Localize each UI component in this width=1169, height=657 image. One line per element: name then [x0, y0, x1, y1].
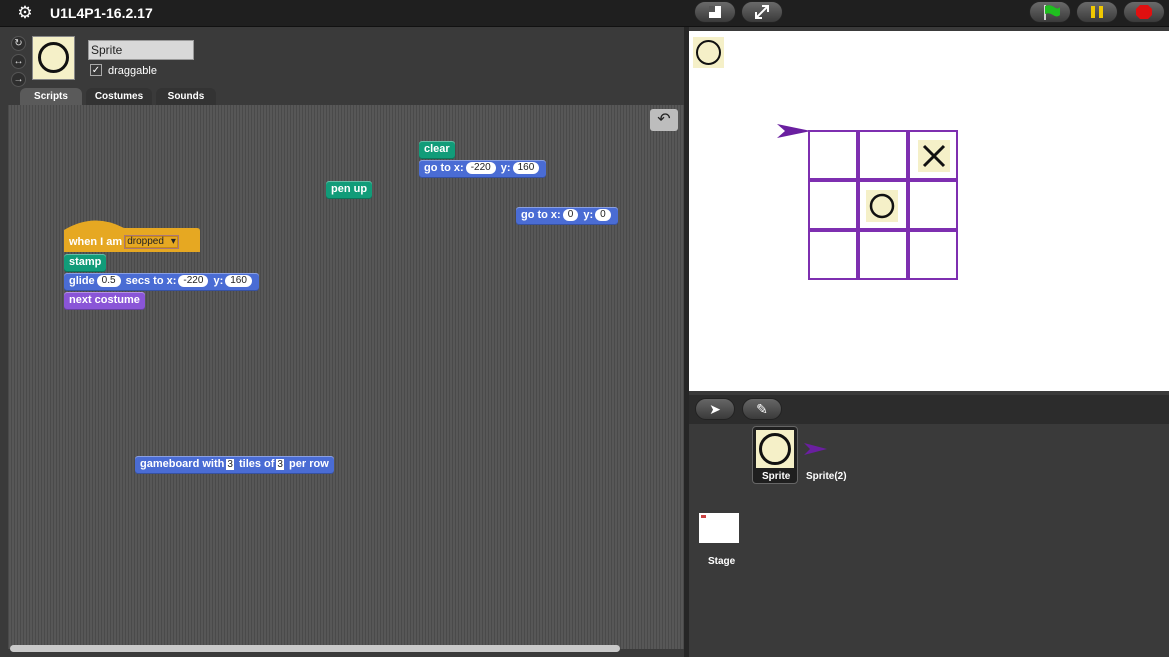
rotation-none-button[interactable]: → [11, 72, 26, 87]
pause-button[interactable] [1076, 1, 1118, 23]
sprite-thumbnail [32, 36, 75, 80]
undo-button[interactable]: ↶ [650, 109, 678, 131]
y-label: y: [213, 275, 224, 287]
clear-block[interactable]: clear [419, 141, 455, 159]
board-cell [808, 180, 858, 230]
sprite2-label: Sprite(2) [806, 471, 847, 482]
gear-icon[interactable]: ⚙ [16, 4, 34, 22]
glide-block[interactable]: glide 0.5 secs to x: -220 y: 160 [64, 273, 259, 291]
draggable-checkbox[interactable]: ✓ [90, 64, 102, 76]
stage[interactable] [689, 31, 1169, 391]
goto-label: go to x: [521, 209, 561, 221]
stop-icon [1136, 5, 1152, 19]
circle-icon [696, 40, 721, 65]
goto-block-1[interactable]: go to x: -220 y: 160 [419, 160, 547, 178]
gameboard-label: gameboard with [140, 458, 225, 470]
presentation-mode-icon [709, 6, 721, 18]
y-label: y: [500, 162, 511, 174]
board-cell [808, 130, 858, 180]
x-input[interactable]: -220 [465, 162, 496, 175]
paint-new-sprite-button[interactable]: ✎ [742, 398, 782, 420]
sprite2-arrow-icon[interactable] [804, 443, 828, 455]
hat-label: when I am [69, 236, 123, 248]
when-dropped-block[interactable]: when I am dropped [64, 234, 184, 252]
y-input[interactable]: 160 [225, 275, 252, 288]
undo-icon: ↶ [657, 111, 671, 128]
stop-button[interactable] [1123, 1, 1165, 23]
sprite-name-field[interactable]: Sprite [88, 40, 194, 60]
x-input[interactable]: 0 [562, 209, 579, 222]
horizontal-scrollbar[interactable] [10, 645, 620, 652]
circle-costume-icon [38, 42, 69, 73]
event-dropdown[interactable]: dropped [124, 235, 179, 250]
stage-thumb-mark [701, 515, 706, 518]
board-cell [858, 230, 908, 280]
green-flag-icon [1044, 5, 1060, 20]
goto-block-2[interactable]: go to x: 0 y: 0 [516, 207, 618, 225]
glide-mid-label: secs to x: [125, 275, 177, 287]
top-bar: ⚙ U1L4P1-16.2.17 [0, 0, 1169, 27]
o-mark-icon [866, 190, 898, 222]
stage-sprite-o[interactable] [693, 37, 724, 68]
per-row-input[interactable]: 3 [276, 458, 284, 470]
y-label: y: [583, 209, 594, 221]
x-mark-icon [918, 140, 950, 172]
pen-up-block[interactable]: pen up [326, 181, 373, 199]
x-input[interactable]: -220 [178, 275, 209, 288]
fullscreen-icon [755, 5, 769, 19]
gameboard-end-label: per row [289, 458, 329, 470]
sprite-label: Sprite [762, 471, 791, 482]
y-input[interactable]: 160 [512, 162, 540, 175]
fullscreen-button[interactable] [741, 1, 783, 23]
stage-label: Stage [708, 556, 736, 567]
tab-scripts[interactable]: Scripts [20, 88, 82, 105]
secs-input[interactable]: 0.5 [96, 275, 121, 288]
goto-label: go to x: [424, 162, 464, 174]
project-title: U1L4P1-16.2.17 [50, 5, 153, 21]
tab-costumes[interactable]: Costumes [86, 88, 152, 105]
board-cell [858, 130, 908, 180]
rotation-any-button[interactable]: ↻ [11, 36, 26, 51]
stage-thumbnail[interactable] [699, 513, 739, 543]
board-cell [908, 180, 958, 230]
pause-icon [1091, 6, 1103, 18]
presentation-mode-button[interactable] [694, 1, 736, 23]
gameboard-mid-label: tiles of [238, 458, 275, 470]
gameboard-block[interactable]: gameboard with 3 tiles of 3 per row [135, 456, 334, 474]
circle-icon [759, 433, 791, 465]
turtle-icon: ➤ [709, 401, 721, 417]
y-input[interactable]: 0 [595, 209, 611, 222]
tab-sounds[interactable]: Sounds [156, 88, 216, 105]
rotation-left-right-button[interactable]: ↔ [11, 54, 26, 69]
draggable-label: draggable [108, 65, 157, 77]
paintbrush-icon: ✎ [756, 401, 768, 417]
tiles-input[interactable]: 3 [226, 458, 234, 470]
next-costume-block[interactable]: next costume [64, 292, 145, 310]
stamp-block[interactable]: stamp [64, 254, 107, 272]
green-flag-button[interactable] [1029, 1, 1071, 23]
add-turtle-button[interactable]: ➤ [695, 398, 735, 420]
board-cell [808, 230, 858, 280]
board-cell [908, 230, 958, 280]
glide-label: glide [69, 275, 95, 287]
corral-toolbar: ➤ ✎ [689, 395, 1169, 424]
